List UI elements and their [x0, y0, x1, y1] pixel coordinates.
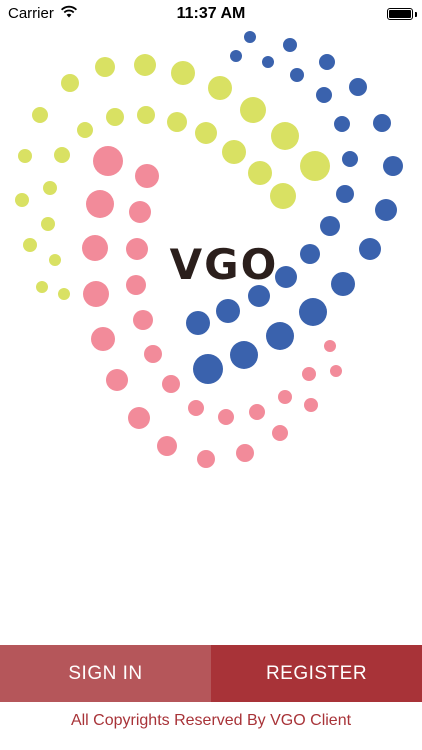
logo-dot [162, 375, 180, 393]
logo-dot [167, 112, 187, 132]
logo-dot [319, 54, 335, 70]
logo-dot [93, 146, 123, 176]
status-bar: Carrier 11:37 AM [0, 0, 422, 30]
logo-dot [359, 238, 381, 260]
action-bar: SIGN IN REGISTER [0, 645, 422, 702]
logo-dot [218, 409, 234, 425]
logo-dot [262, 56, 274, 68]
logo-dot [95, 57, 115, 77]
logo-dot [186, 311, 210, 335]
logo-dot [82, 235, 108, 261]
logo-brand-text: VGO [169, 240, 279, 289]
logo-dot [86, 190, 114, 218]
logo-dot [271, 122, 299, 150]
logo-dot [222, 140, 246, 164]
logo-dot [135, 164, 159, 188]
logo-dot [304, 398, 318, 412]
sign-in-label: SIGN IN [68, 662, 143, 684]
logo-dot [270, 183, 296, 209]
logo-dot [23, 238, 37, 252]
logo-dot [58, 288, 70, 300]
logo-dot [299, 298, 327, 326]
logo-dot [188, 400, 204, 416]
logo-dot [36, 281, 48, 293]
logo-dot [248, 161, 272, 185]
logo-dot [230, 50, 242, 62]
logo-dot [383, 156, 403, 176]
logo-dot [144, 345, 162, 363]
logo-dot [278, 390, 292, 404]
sign-in-button[interactable]: SIGN IN [0, 645, 211, 702]
logo-dot [330, 365, 342, 377]
logo-dot [18, 149, 32, 163]
logo-dot [302, 367, 316, 381]
logo-dot [43, 181, 57, 195]
register-button[interactable]: REGISTER [211, 645, 422, 702]
logo-dot [244, 31, 256, 43]
logo-dot [134, 54, 156, 76]
logo-dot [91, 327, 115, 351]
logo-dot [300, 151, 330, 181]
logo-dot [54, 147, 70, 163]
logo-dot [106, 108, 124, 126]
logo-dot [126, 275, 146, 295]
logo-dot [331, 272, 355, 296]
logo-dot [240, 97, 266, 123]
logo-dot [300, 244, 320, 264]
status-time: 11:37 AM [176, 5, 246, 22]
logo-dot [106, 369, 128, 391]
logo-dot [334, 116, 350, 132]
logo-dot [128, 407, 150, 429]
logo-dot [320, 216, 340, 236]
logo-dot [197, 450, 215, 468]
logo-dot [32, 107, 48, 123]
logo-dot [230, 341, 258, 369]
logo-dot [171, 61, 195, 85]
logo-dot [157, 436, 177, 456]
logo-dot [249, 404, 265, 420]
logo-dot [375, 199, 397, 221]
logo-dot [236, 444, 254, 462]
logo-dot [126, 238, 148, 260]
battery-icon [387, 8, 417, 20]
logo-dot [283, 38, 297, 52]
logo-dot [15, 193, 29, 207]
copyright-footer: All Copyrights Reserved By VGO Client [70, 712, 352, 729]
logo-dot [272, 425, 288, 441]
logo-dot [129, 201, 151, 223]
logo-dot [208, 76, 232, 100]
logo-dot [133, 310, 153, 330]
vgo-logo: VGO [0, 28, 422, 488]
logo-dot [216, 299, 240, 323]
logo-dot [83, 281, 109, 307]
logo-dot [193, 354, 223, 384]
logo-dot [195, 122, 217, 144]
logo-dot [77, 122, 93, 138]
logo-dot [61, 74, 79, 92]
logo-dot [137, 106, 155, 124]
logo-dot [324, 340, 336, 352]
logo-dot [49, 254, 61, 266]
register-label: REGISTER [265, 662, 368, 684]
logo-dot [266, 322, 294, 350]
logo-dot [349, 78, 367, 96]
logo-dot [290, 68, 304, 82]
logo-dot [336, 185, 354, 203]
logo-dot [41, 217, 55, 231]
logo-dot [342, 151, 358, 167]
logo-dot [373, 114, 391, 132]
logo-dot [316, 87, 332, 103]
